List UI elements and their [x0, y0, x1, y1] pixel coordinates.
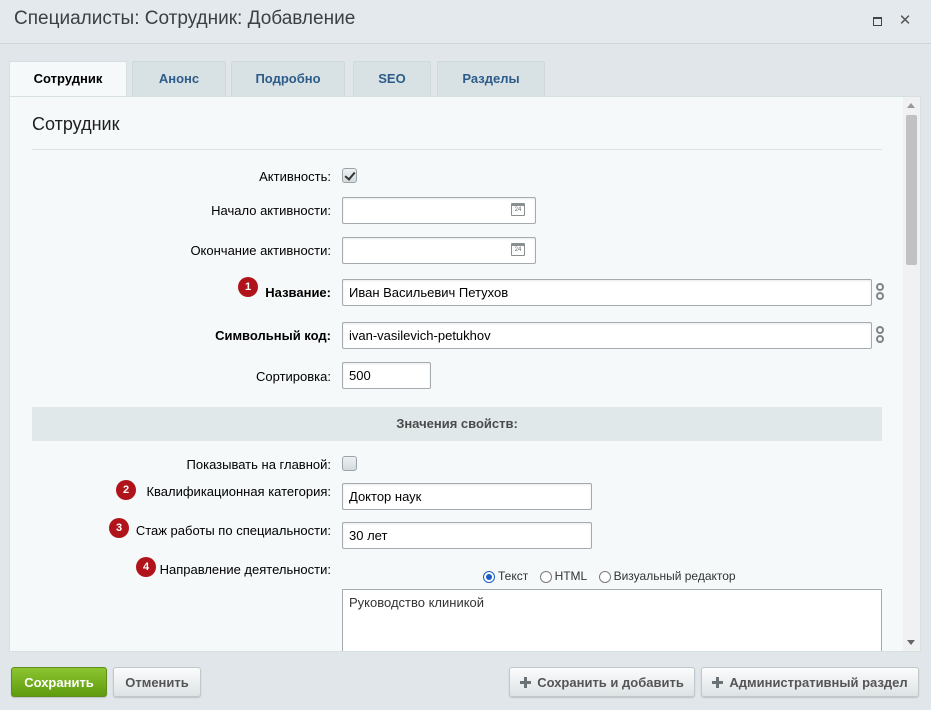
step-badge-2: 2 [116, 480, 136, 500]
save-and-add-label: Сохранить и добавить [537, 675, 684, 690]
mode-visual-label: Визуальный редактор [613, 569, 736, 583]
code-label: Символьный код: [215, 328, 331, 343]
active-from-input[interactable] [342, 197, 536, 224]
tab-announce[interactable]: Анонс [132, 61, 226, 97]
section-divider [32, 149, 882, 150]
close-button[interactable]: ✕ [898, 12, 912, 29]
scroll-thumb[interactable] [906, 115, 917, 265]
show-on-main-label: Показывать на главной: [186, 457, 331, 472]
scrollbar[interactable] [903, 97, 920, 651]
active-to-label: Окончание активности: [190, 243, 331, 258]
radio-button[interactable] [598, 570, 611, 583]
mode-text-label: Текст [498, 569, 529, 583]
cancel-button[interactable]: Отменить [113, 667, 201, 697]
sort-input[interactable]: 500 [342, 362, 431, 389]
editor-mode-group: Текст HTML Визуальный редактор [483, 569, 744, 583]
link-icon[interactable] [876, 283, 884, 303]
tab-details[interactable]: Подробно [231, 61, 345, 97]
admin-section-label: Административный раздел [729, 675, 908, 690]
step-badge-4: 4 [136, 557, 156, 577]
tab-employee[interactable]: Сотрудник [9, 61, 127, 98]
experience-label: Стаж работы по специальности: [135, 523, 331, 538]
mode-html-label: HTML [554, 569, 588, 583]
plus-icon [520, 677, 532, 688]
show-on-main-checkbox[interactable] [342, 456, 357, 471]
code-input[interactable]: ivan-vasilevich-petukhov [342, 322, 872, 349]
radio-button[interactable] [539, 570, 552, 583]
save-button[interactable]: Сохранить [11, 667, 107, 697]
form-panel: Сотрудник Активность: Начало активности:… [9, 96, 921, 652]
maximize-icon [873, 17, 882, 26]
plus-icon [712, 677, 724, 688]
sort-label: Сортировка: [256, 369, 331, 384]
properties-header: Значения свойств: [32, 407, 882, 441]
scroll-down-icon[interactable] [907, 640, 915, 645]
direction-textarea[interactable]: Руководство клиникой [342, 589, 882, 651]
scroll-up-icon[interactable] [907, 103, 915, 108]
step-badge-1: 1 [238, 277, 258, 297]
calendar-icon[interactable]: 24 [511, 243, 525, 256]
close-icon: ✕ [898, 12, 912, 29]
mode-text-option[interactable]: Текст [483, 569, 528, 583]
window-title: Специалисты: Сотрудник: Добавление [14, 8, 356, 29]
direction-label: Направление деятельности: [159, 562, 331, 577]
save-and-add-button[interactable]: Сохранить и добавить [509, 667, 695, 697]
window-titlebar: Специалисты: Сотрудник: Добавление ✕ [0, 0, 931, 44]
radio-button[interactable] [483, 570, 495, 583]
link-icon[interactable] [876, 326, 884, 346]
name-input[interactable]: Иван Васильевич Петухов [342, 279, 872, 306]
tab-seo[interactable]: SEO [353, 61, 431, 97]
active-from-label: Начало активности: [211, 203, 331, 218]
mode-html-option[interactable]: HTML [539, 569, 588, 583]
step-badge-3: 3 [109, 518, 129, 538]
active-label: Активность: [259, 169, 331, 184]
mode-visual-option[interactable]: Визуальный редактор [598, 569, 736, 583]
calendar-icon[interactable]: 24 [511, 203, 525, 216]
experience-input[interactable]: 30 лет [342, 522, 592, 549]
active-checkbox[interactable] [342, 168, 357, 183]
admin-section-button[interactable]: Административный раздел [701, 667, 919, 697]
section-title: Сотрудник [32, 114, 120, 134]
category-label: Квалификационная категория: [146, 484, 331, 499]
maximize-button[interactable] [871, 14, 885, 28]
category-input[interactable]: Доктор наук [342, 483, 592, 510]
name-label: Название: [265, 285, 331, 300]
tab-sections[interactable]: Разделы [437, 61, 545, 97]
active-to-input[interactable] [342, 237, 536, 264]
